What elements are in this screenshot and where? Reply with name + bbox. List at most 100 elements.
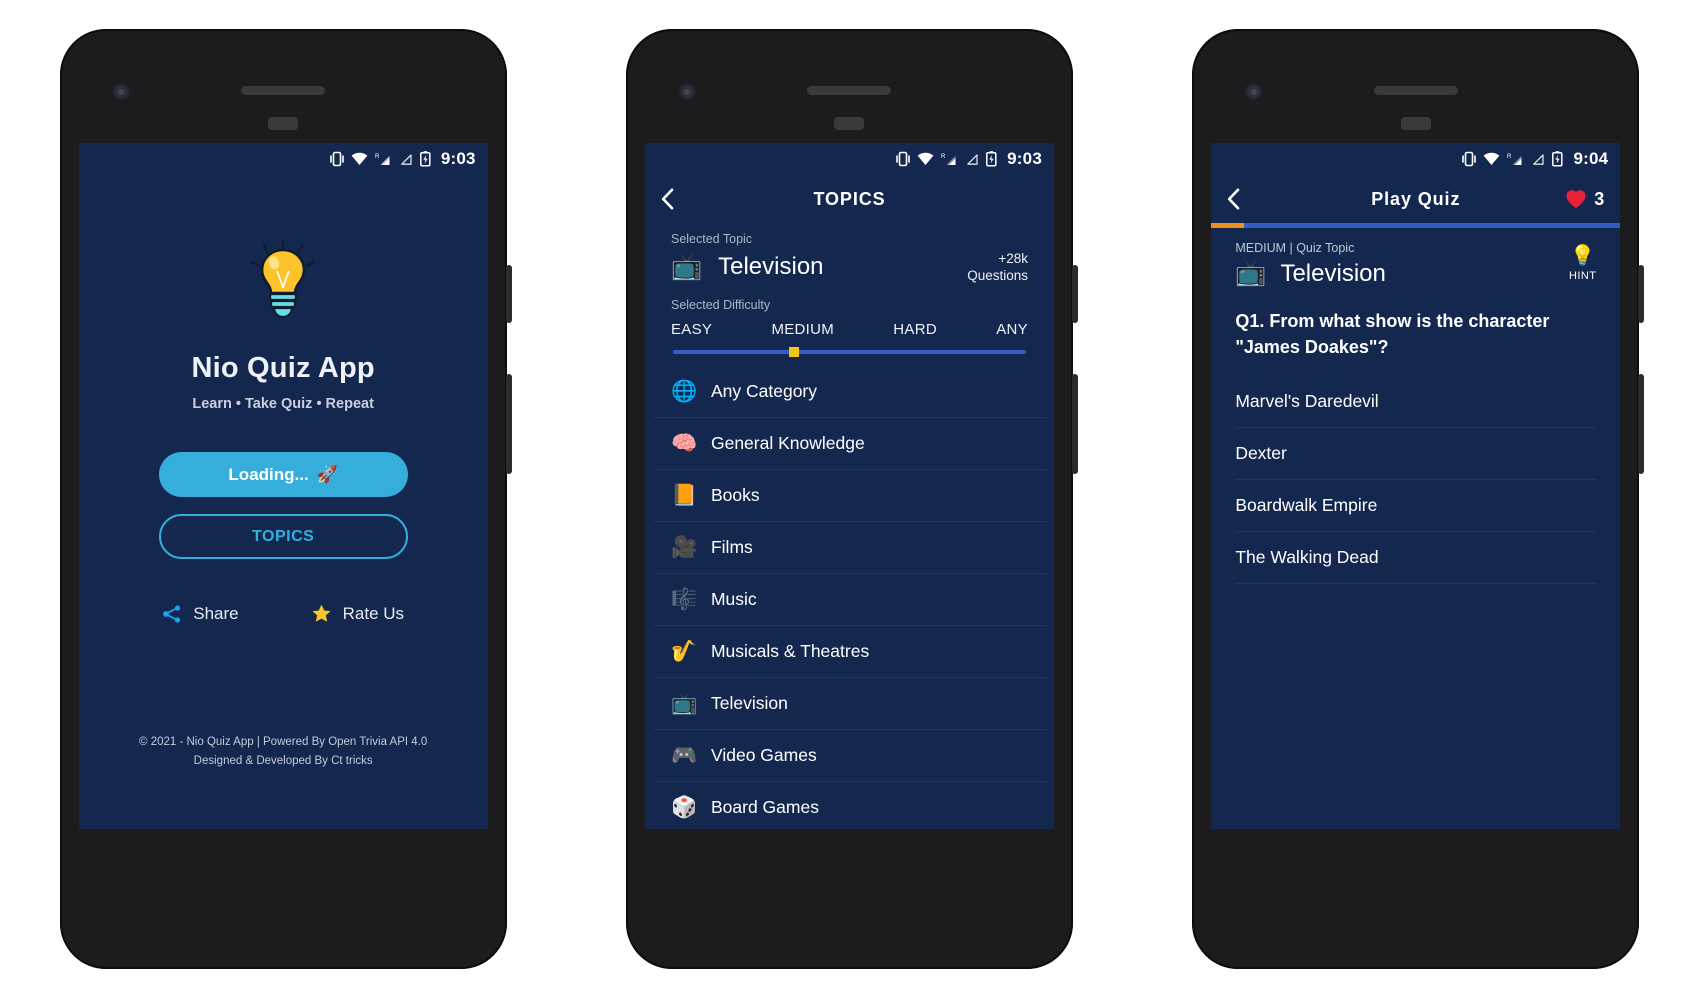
loading-button[interactable]: Loading... 🚀: [158, 452, 408, 497]
lightbulb-icon: 💡: [1570, 245, 1596, 267]
difficulty-slider-wrap: [645, 338, 1054, 357]
heart-icon: [1566, 190, 1586, 209]
answer-option[interactable]: Boardwalk Empire: [1235, 480, 1597, 532]
earpiece-icon: [834, 117, 865, 130]
hint-button[interactable]: 💡 HINT: [1569, 246, 1596, 282]
list-item-label: Films: [710, 537, 753, 557]
list-item-label: Any Category: [710, 381, 818, 401]
quiz-topic-row: 📺 Television 💡 HINT: [1235, 246, 1596, 288]
list-item[interactable]: 🎲 Board Games: [653, 782, 1046, 829]
volume-button[interactable]: [1071, 374, 1078, 474]
answer-option[interactable]: Marvel's Daredevil: [1235, 376, 1597, 428]
list-item[interactable]: 📙 Books: [652, 470, 1046, 522]
answer-options: Marvel's Daredevil Dexter Boardwalk Empire…: [1235, 376, 1597, 584]
rocket-icon: 🚀: [316, 464, 338, 484]
difficulty-easy[interactable]: EASY: [671, 321, 712, 338]
difficulty-options: EASY MEDIUM HARD ANY: [645, 312, 1054, 338]
front-camera-icon: [1247, 85, 1261, 98]
screenshot-stage: R 9:03 Nio Quiz App Learn • Take Quiz • …: [0, 0, 1699, 998]
saxophone-icon: 🎷: [670, 639, 698, 663]
battery-charging-icon: [986, 151, 997, 167]
list-item-label: Music: [710, 589, 757, 609]
footer-line-1: © 2021 - Nio Quiz App | Powered By Open …: [139, 736, 428, 748]
volume-button[interactable]: [1638, 374, 1645, 474]
app-tagline: Learn • Take Quiz • Repeat: [192, 396, 374, 412]
front-camera-icon: [680, 85, 694, 98]
answer-option[interactable]: Dexter: [1235, 428, 1597, 480]
svg-text:R: R: [941, 154, 946, 160]
lightbulb-icon: [247, 237, 319, 328]
list-item[interactable]: 📺 Television: [652, 678, 1046, 730]
chevron-left-icon[interactable]: [1227, 188, 1240, 210]
power-button[interactable]: [1071, 265, 1078, 323]
list-item[interactable]: 🎥 Films: [652, 522, 1046, 574]
cellular-signal-roaming-icon: R: [375, 154, 390, 165]
app-title: Nio Quiz App: [191, 352, 375, 384]
share-icon: [163, 604, 181, 623]
loading-button-label: Loading...: [228, 464, 309, 484]
earpiece-icon: [268, 117, 299, 130]
volume-button[interactable]: [505, 374, 512, 474]
phone-device-quiz: R 9:04 Play Quiz 3 MEDIUM | Quiz Topic 📺…: [1192, 29, 1645, 969]
difficulty-slider[interactable]: [672, 347, 1026, 357]
status-time: 9:04: [1573, 149, 1609, 168]
earpiece-icon: [1400, 117, 1431, 130]
svg-text:R: R: [1507, 154, 1512, 160]
topics-button[interactable]: TOPICS: [158, 514, 408, 559]
status-bar: R 9:04: [1211, 143, 1621, 175]
list-item-label: Television: [710, 693, 788, 713]
quiz-app-bar: Play Quiz 3: [1211, 175, 1621, 223]
vibrate-icon: [1462, 151, 1477, 167]
wifi-icon: [351, 152, 368, 165]
lives-count: 3: [1594, 188, 1605, 209]
quiz-topic-name: Television: [1280, 260, 1386, 287]
rate-us-label: Rate Us: [342, 603, 405, 623]
selected-difficulty-label: Selected Difficulty: [670, 298, 771, 312]
list-item[interactable]: 🎼 Music: [652, 574, 1046, 626]
topics-app-bar: TOPICS: [644, 175, 1054, 223]
screen-splash: R 9:03 Nio Quiz App Learn • Take Quiz • …: [78, 143, 488, 829]
chevron-left-icon[interactable]: [661, 188, 674, 210]
list-item-label: Video Games: [710, 745, 817, 765]
difficulty-medium[interactable]: MEDIUM: [771, 321, 834, 338]
video-game-icon: 🎮: [670, 743, 698, 767]
difficulty-hard[interactable]: HARD: [893, 321, 937, 338]
dice-icon: 🎲: [670, 795, 698, 819]
answer-option[interactable]: The Walking Dead: [1235, 532, 1597, 584]
vibrate-icon: [896, 151, 910, 167]
cellular-signal-roaming-icon: R: [1507, 154, 1522, 165]
rate-us-action[interactable]: Rate Us: [311, 603, 404, 624]
hint-label: HINT: [1569, 270, 1597, 282]
screen-quiz: R 9:04 Play Quiz 3 MEDIUM | Quiz Topic 📺…: [1211, 143, 1621, 829]
music-score-icon: 🎼: [670, 587, 698, 611]
status-bar: R 9:03: [644, 143, 1054, 175]
list-item[interactable]: 🌐 Any Category: [652, 366, 1046, 418]
list-item[interactable]: 🎷 Musicals & Theatres: [652, 626, 1046, 678]
status-time: 9:03: [440, 149, 476, 168]
power-button[interactable]: [1638, 265, 1645, 323]
category-list: 🌐 Any Category 🧠 General Knowledge 📙 Books 🎥 Fi…: [645, 366, 1054, 829]
status-bar: R 9:03: [78, 143, 488, 175]
footer-credits: © 2021 - Nio Quiz App | Powered By Open …: [79, 733, 488, 771]
list-item[interactable]: 🧠 General Knowledge: [652, 418, 1046, 470]
wifi-icon: [1484, 152, 1500, 165]
list-item[interactable]: 🎮 Video Games: [652, 730, 1046, 782]
footer-line-2: Designed & Developed By Ct tricks: [193, 755, 373, 767]
splash-content: Nio Quiz App Learn • Take Quiz • Repeat …: [78, 175, 488, 829]
selected-topic-row: 📺 Television +28k Questions: [645, 246, 1054, 284]
battery-charging-icon: [419, 151, 431, 167]
difficulty-any[interactable]: ANY: [996, 321, 1028, 338]
wifi-icon: [917, 152, 934, 165]
cellular-signal-empty-icon: [400, 154, 412, 165]
question-count: +28k Questions: [967, 250, 1028, 284]
television-icon: 📺: [670, 691, 698, 715]
page-title: TOPICS: [813, 188, 886, 209]
slider-thumb[interactable]: [789, 347, 800, 357]
screen-topics: R 9:03 TOPICS Selected Topic 📺 Televisio…: [644, 143, 1054, 829]
cellular-signal-empty-icon: [967, 154, 978, 165]
share-action[interactable]: Share: [162, 603, 239, 624]
power-button[interactable]: [505, 265, 512, 323]
front-camera-icon: [114, 85, 128, 98]
share-label: Share: [193, 603, 239, 623]
television-icon: 📺: [1235, 259, 1267, 287]
